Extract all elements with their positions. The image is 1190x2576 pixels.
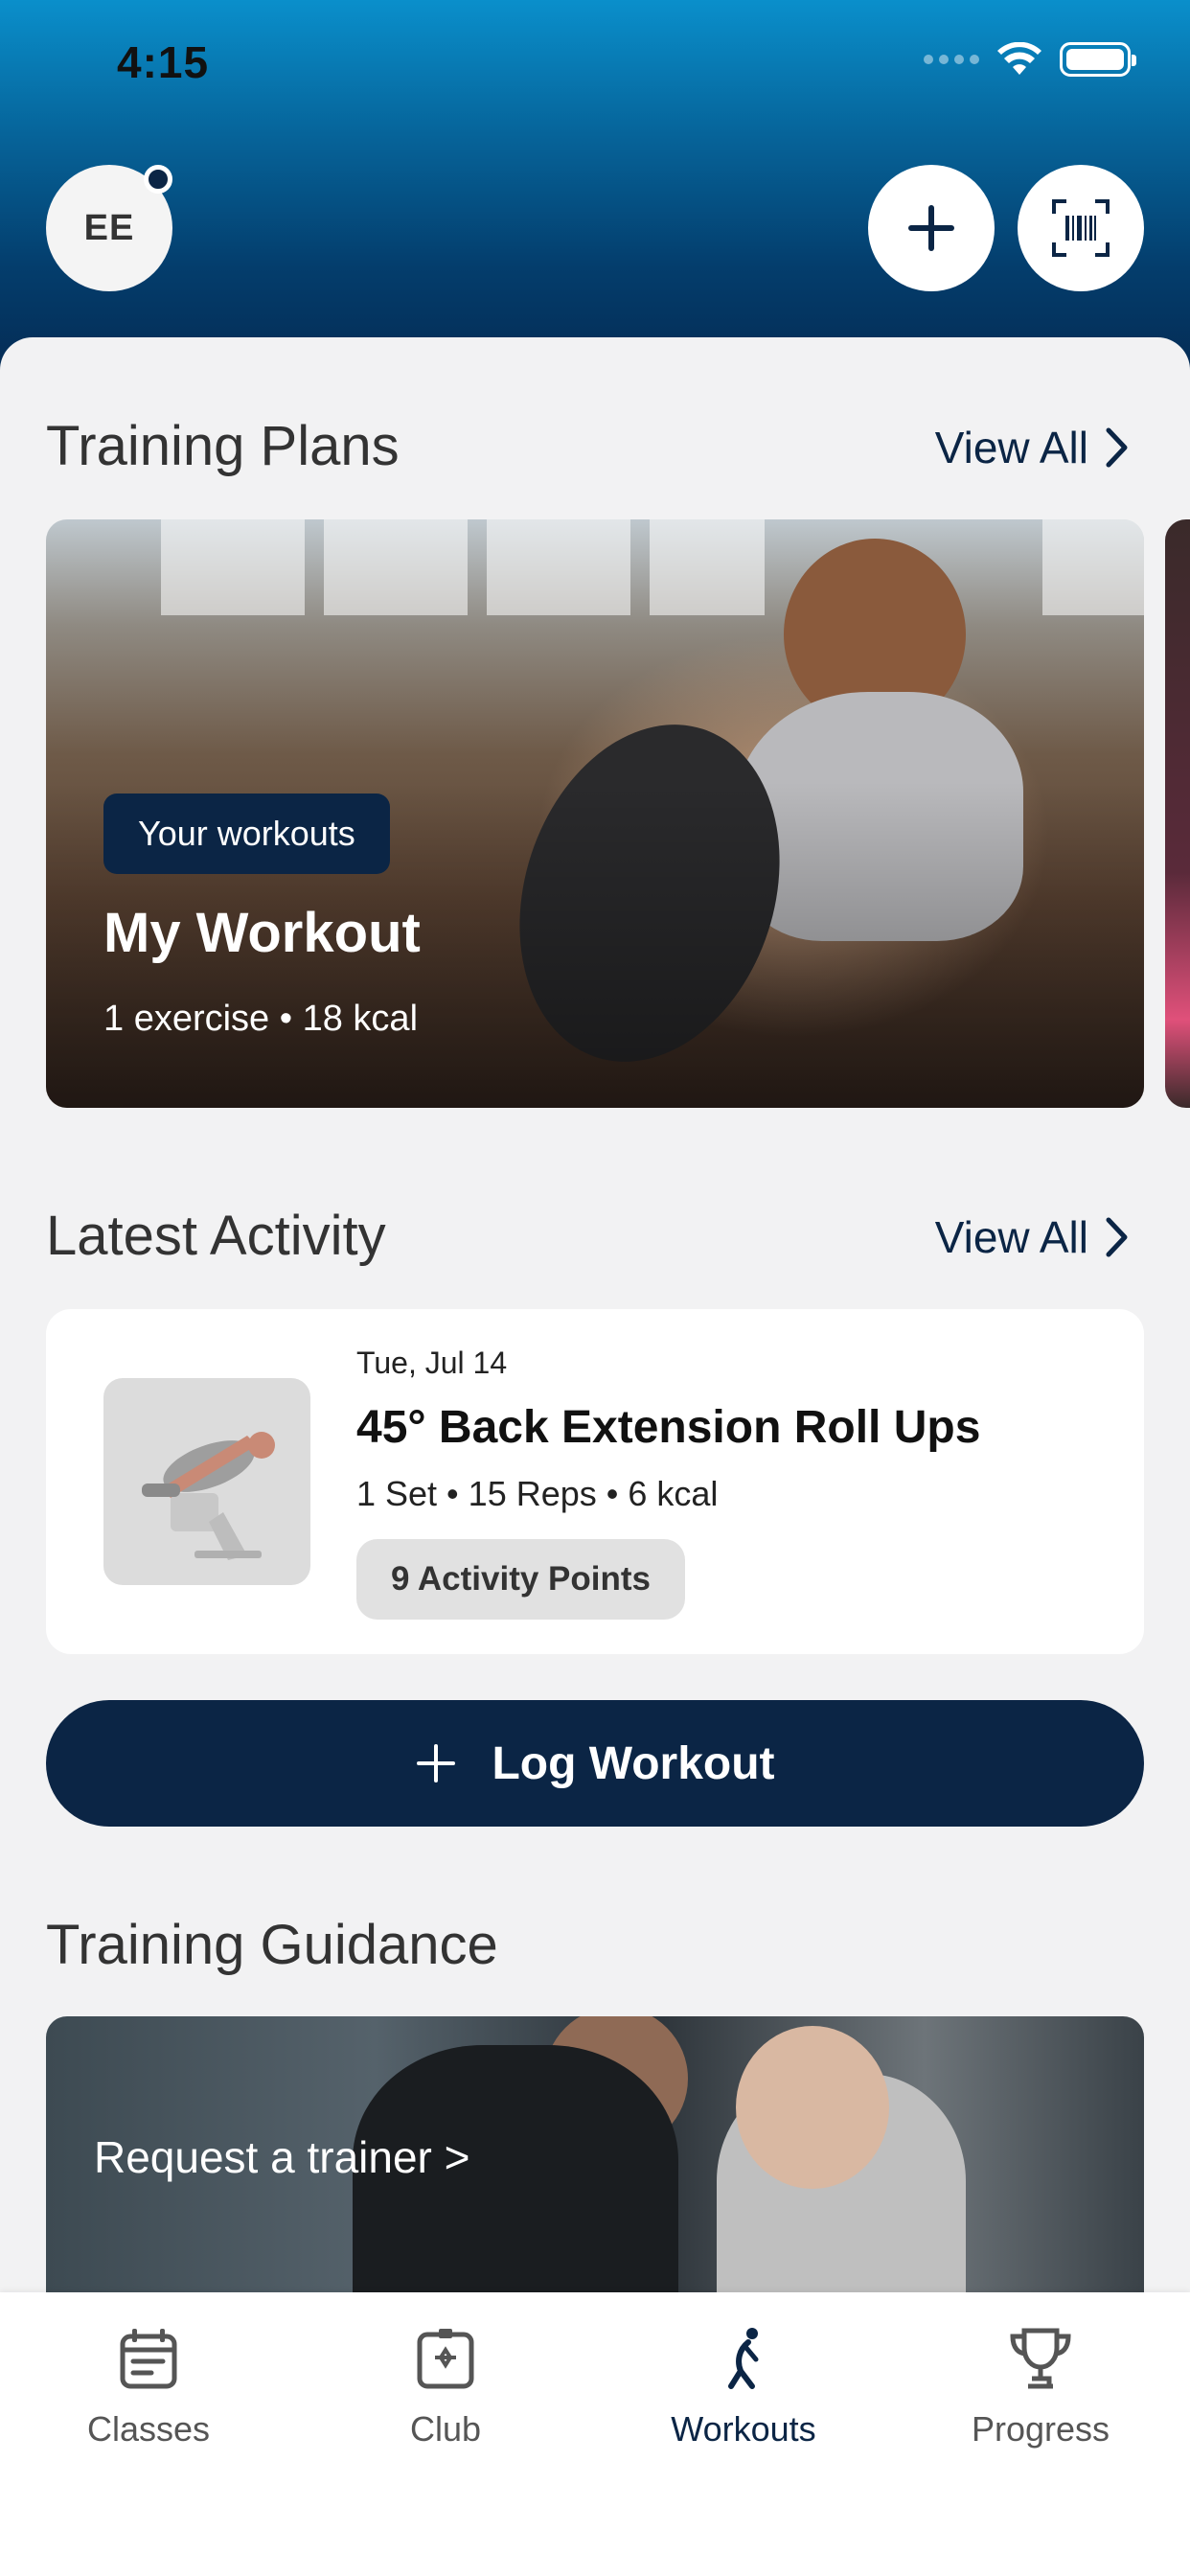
tab-label: Club bbox=[409, 2409, 482, 2449]
plus-icon bbox=[908, 205, 954, 251]
activity-meta: 1 Set • 15 Reps • 6 kcal bbox=[356, 1474, 719, 1513]
latest-activity-title: Latest Activity bbox=[46, 1205, 386, 1267]
window-decoration bbox=[650, 519, 765, 615]
training-plans-title: Training Plans bbox=[46, 415, 400, 477]
window-decoration bbox=[324, 519, 468, 615]
tab-label: Workouts bbox=[671, 2409, 816, 2449]
activity-card[interactable]: Tue, Jul 14 45° Back Extension Roll Ups … bbox=[46, 1309, 1144, 1654]
plan-title: My Workout bbox=[103, 902, 421, 964]
view-all-label: View All bbox=[934, 423, 1088, 472]
request-trainer-link[interactable]: Request a trainer > bbox=[94, 2131, 470, 2183]
notification-dot bbox=[144, 165, 172, 194]
calendar-icon bbox=[120, 2329, 177, 2389]
tab-label: Progress bbox=[971, 2409, 1110, 2449]
log-workout-button[interactable]: Log Workout bbox=[46, 1700, 1144, 1827]
tab-bar: Classes Club Workouts Progress bbox=[0, 2292, 1190, 2576]
barcode-scan-icon bbox=[1052, 199, 1110, 257]
chevron-right-icon bbox=[1106, 1217, 1128, 1257]
request-trainer-banner[interactable]: Request a trainer > bbox=[46, 2016, 1144, 2304]
next-plan-card-peek[interactable] bbox=[1165, 519, 1190, 1108]
view-all-label: View All bbox=[934, 1212, 1088, 1262]
add-button[interactable] bbox=[868, 165, 995, 291]
plan-subtitle: 1 exercise • 18 kcal bbox=[103, 999, 419, 1039]
exercise-illustration bbox=[142, 1432, 275, 1560]
status-time: 4:15 bbox=[117, 37, 210, 87]
activity-title: 45° Back Extension Roll Ups bbox=[356, 1402, 981, 1453]
tab-progress[interactable]: Progress bbox=[926, 2325, 1156, 2450]
tab-label: Classes bbox=[86, 2409, 211, 2449]
screen: 4:15 EE Training Plans View All Your wor… bbox=[0, 0, 1190, 2576]
plus-icon bbox=[417, 1744, 456, 1782]
training-guidance-title: Training Guidance bbox=[46, 1914, 498, 1976]
tab-workouts[interactable]: Workouts bbox=[629, 2325, 858, 2450]
window-decoration bbox=[161, 519, 305, 615]
window-decoration bbox=[487, 519, 630, 615]
tab-club[interactable]: Club bbox=[331, 2325, 561, 2450]
log-workout-label: Log Workout bbox=[492, 1737, 775, 1789]
battery-icon bbox=[1060, 42, 1136, 77]
latest-activity-view-all[interactable]: View All bbox=[935, 1211, 1129, 1263]
chevron-right-icon bbox=[1106, 427, 1128, 468]
window-decoration bbox=[1042, 519, 1144, 615]
avatar-initials: EE bbox=[83, 207, 135, 248]
exercise-thumbnail bbox=[103, 1378, 310, 1585]
status-indicators bbox=[924, 42, 1136, 77]
training-plan-card[interactable]: Your workouts My Workout 1 exercise • 18… bbox=[46, 519, 1144, 1108]
avatar[interactable]: EE bbox=[46, 165, 172, 291]
trophy-icon bbox=[1010, 2328, 1071, 2389]
cellular-signal-icon bbox=[924, 55, 979, 64]
header: 4:15 EE bbox=[0, 0, 1190, 383]
training-plans-view-all[interactable]: View All bbox=[935, 422, 1129, 473]
plan-tag: Your workouts bbox=[103, 794, 390, 874]
photo-figure bbox=[736, 2026, 889, 2189]
runner-icon bbox=[728, 2328, 759, 2389]
wifi-icon bbox=[997, 42, 1041, 75]
club-icon bbox=[417, 2329, 474, 2389]
scan-button[interactable] bbox=[1018, 165, 1144, 291]
tab-classes[interactable]: Classes bbox=[34, 2325, 263, 2450]
activity-points-badge: 9 Activity Points bbox=[356, 1539, 685, 1620]
activity-date: Tue, Jul 14 bbox=[356, 1346, 508, 1380]
